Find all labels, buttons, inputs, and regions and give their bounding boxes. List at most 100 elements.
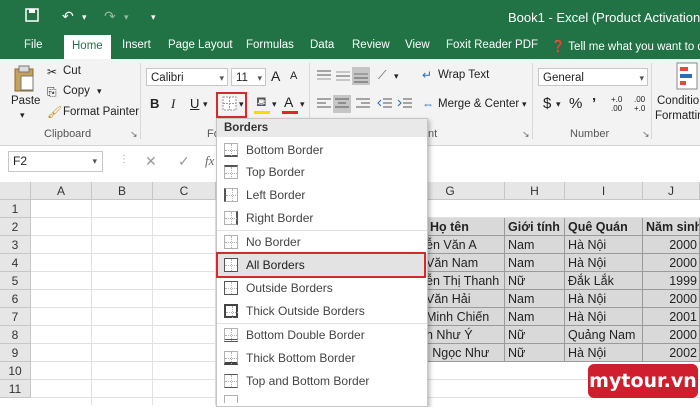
merge-center-button[interactable]: Merge & Center <box>438 98 519 110</box>
tab-view[interactable]: View <box>405 39 430 51</box>
table-cell[interactable]: Nam <box>505 236 565 254</box>
copy-dropdown-icon[interactable]: ▾ <box>97 86 102 97</box>
table-cell[interactable]: 2000 <box>643 254 700 272</box>
font-size-select[interactable]: 11 ▾ <box>231 68 266 86</box>
menu-item-no-border[interactable]: No Border <box>217 231 427 254</box>
row-header[interactable]: 10 <box>0 362 31 380</box>
row-header[interactable]: 8 <box>0 326 31 344</box>
table-cell[interactable]: 2000 <box>643 290 700 308</box>
table-cell[interactable]: Hà Nội <box>565 308 643 326</box>
redo-dropdown-icon[interactable]: ▾ <box>124 12 129 23</box>
table-cell[interactable]: 2002 <box>643 344 700 362</box>
row-header[interactable]: 5 <box>0 272 31 290</box>
decrease-decimal-button[interactable]: .00 +.0 <box>634 95 656 113</box>
row-header[interactable]: 9 <box>0 344 31 362</box>
enter-entry-button[interactable]: ✓ <box>178 153 190 170</box>
tab-insert[interactable]: Insert <box>122 39 151 51</box>
table-cell[interactable]: Nữ <box>505 344 565 362</box>
customize-toolbar-icon[interactable]: ▾ <box>151 12 156 23</box>
number-format-select[interactable]: General ▾ <box>538 68 648 86</box>
menu-item-top-border[interactable]: Top Border <box>217 161 427 184</box>
table-cell[interactable]: Nữ <box>505 272 565 290</box>
table-cell[interactable]: 2000 <box>643 326 700 344</box>
font-color-dropdown-icon[interactable]: ▾ <box>300 99 305 110</box>
menu-item-thick-bottom-border[interactable]: Thick Bottom Border <box>217 347 427 370</box>
percent-button[interactable]: % <box>569 95 582 112</box>
format-painter-button[interactable]: Format Painter <box>63 106 139 118</box>
row-header[interactable]: 7 <box>0 308 31 326</box>
merge-dropdown-icon[interactable]: ▾ <box>522 99 527 110</box>
select-all-corner[interactable] <box>0 182 31 200</box>
orientation-dropdown-icon[interactable]: ▾ <box>394 71 399 82</box>
conditional-formatting-button[interactable]: Conditio <box>657 95 699 107</box>
menu-item-outside-borders[interactable]: Outside Borders <box>217 277 427 300</box>
column-header[interactable]: J <box>643 182 700 200</box>
table-cell[interactable]: Hà Nội <box>565 344 643 362</box>
table-cell[interactable]: Nam <box>505 290 565 308</box>
copy-button[interactable]: Copy <box>63 85 90 97</box>
paste-icon[interactable] <box>13 65 35 96</box>
menu-item-right-border[interactable]: Right Border <box>217 207 427 230</box>
increase-decimal-button[interactable]: +.0 .00 <box>611 95 633 113</box>
increase-indent-icon[interactable] <box>397 97 413 114</box>
menu-item-thick-outside-borders[interactable]: Thick Outside Borders <box>217 300 427 323</box>
menu-item-bottom-double-border[interactable]: Bottom Double Border <box>217 324 427 347</box>
row-header[interactable]: 2 <box>0 218 31 236</box>
table-cell[interactable]: Hà Nội <box>565 290 643 308</box>
row-header[interactable]: 11 <box>0 380 31 398</box>
table-cell[interactable]: 1999 <box>643 272 700 290</box>
redo-icon[interactable]: ↷ <box>104 8 116 25</box>
shrink-font-button[interactable]: A <box>290 70 297 82</box>
table-cell[interactable]: Hà Nội <box>565 236 643 254</box>
menu-item-top-and-bottom-border[interactable]: Top and Bottom Border <box>217 370 427 393</box>
table-cell[interactable]: Nam <box>505 254 565 272</box>
wrap-text-button[interactable]: Wrap Text <box>438 69 489 81</box>
table-cell[interactable]: 2001 <box>643 308 700 326</box>
column-header[interactable]: I <box>565 182 643 200</box>
tell-me-search[interactable]: ❓ Tell me what you want to d <box>551 39 700 53</box>
table-cell[interactable]: Quảng Nam <box>565 326 643 344</box>
font-name-select[interactable]: Calibri ▾ <box>146 68 228 86</box>
align-left-icon[interactable] <box>316 97 332 114</box>
tab-home[interactable]: Home <box>64 35 111 59</box>
name-box[interactable]: F2 ▾ <box>8 151 103 172</box>
middle-align-icon[interactable] <box>335 69 351 86</box>
table-header-cell[interactable]: Quê Quán <box>565 218 643 236</box>
align-center-icon[interactable] <box>333 95 351 113</box>
cancel-entry-button[interactable]: ✕ <box>145 153 157 170</box>
grow-font-button[interactable]: A <box>271 68 280 84</box>
decrease-indent-icon[interactable] <box>377 97 393 114</box>
row-header[interactable]: 4 <box>0 254 31 272</box>
save-icon[interactable] <box>25 8 39 25</box>
column-header[interactable]: C <box>153 182 216 200</box>
clipboard-launcher-icon[interactable]: ↘ <box>130 129 138 140</box>
underline-button[interactable]: U <box>190 96 199 111</box>
paste-button[interactable]: Paste <box>11 95 40 107</box>
top-align-icon[interactable] <box>316 69 332 86</box>
tab-foxit-reader-pdf[interactable]: Foxit Reader PDF <box>446 39 538 51</box>
menu-item-left-border[interactable]: Left Border <box>217 184 427 207</box>
menu-item-bottom-border[interactable]: Bottom Border <box>217 139 427 162</box>
table-cell[interactable]: Hà Nội <box>565 254 643 272</box>
paste-dropdown-icon[interactable]: ▾ <box>20 110 25 121</box>
underline-dropdown-icon[interactable]: ▾ <box>203 99 208 110</box>
row-header[interactable]: 1 <box>0 200 31 218</box>
align-right-icon[interactable] <box>355 97 371 114</box>
row-header[interactable]: 3 <box>0 236 31 254</box>
row-header[interactable]: 6 <box>0 290 31 308</box>
tab-data[interactable]: Data <box>310 39 334 51</box>
alignment-launcher-icon[interactable]: ↘ <box>522 129 530 140</box>
tab-formulas[interactable]: Formulas <box>246 39 294 51</box>
table-cell[interactable]: Đắk Lắk <box>565 272 643 290</box>
table-header-cell[interactable]: Năm sinh <box>643 218 700 236</box>
bold-button[interactable]: B <box>150 96 159 111</box>
undo-icon[interactable]: ↶ <box>62 8 74 25</box>
undo-dropdown-icon[interactable]: ▾ <box>82 12 87 23</box>
orientation-icon[interactable]: ⟋ <box>378 68 386 83</box>
table-cell[interactable]: Nữ <box>505 326 565 344</box>
tab-file[interactable]: File <box>24 39 43 51</box>
currency-button[interactable]: $ <box>543 95 551 112</box>
table-cell[interactable]: 2000 <box>643 236 700 254</box>
table-header-cell[interactable]: Giới tính <box>505 218 565 236</box>
column-header[interactable]: H <box>505 182 565 200</box>
